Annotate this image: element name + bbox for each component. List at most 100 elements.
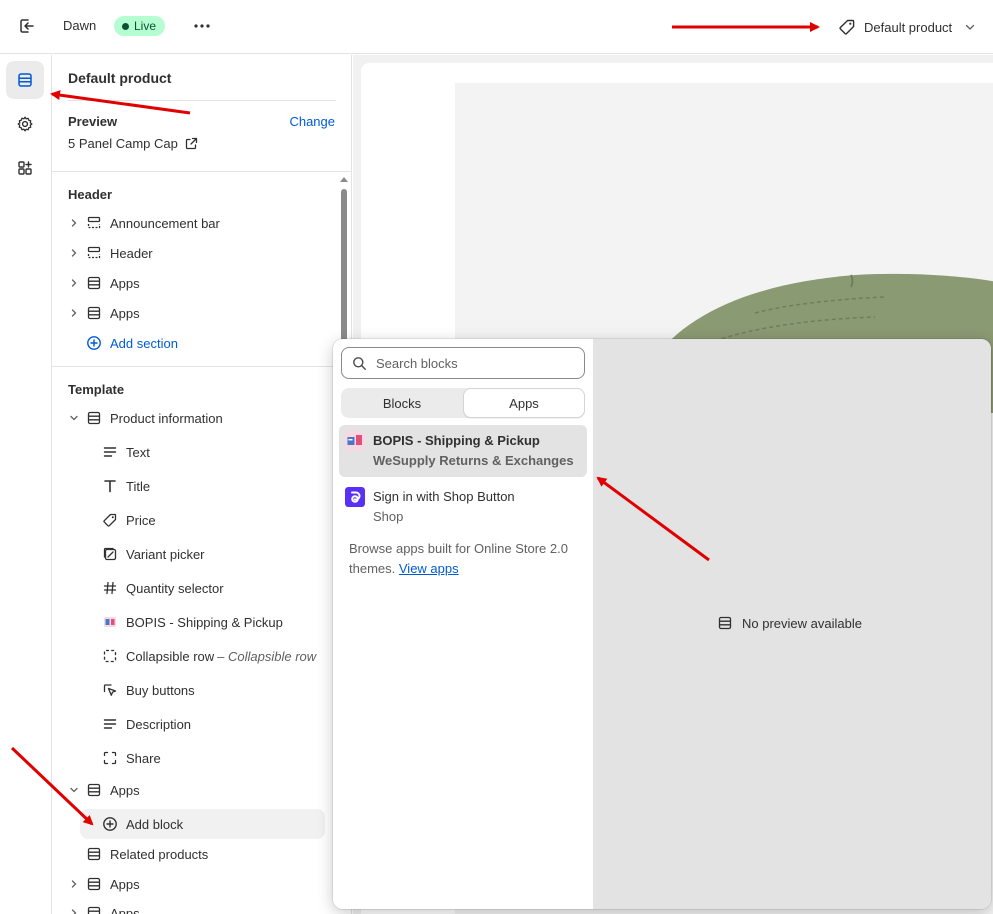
block-sublabel: – Collapsible row bbox=[217, 648, 317, 664]
bopis-app-icon bbox=[345, 431, 365, 451]
header-section-icon bbox=[86, 215, 102, 231]
sections-button[interactable] bbox=[6, 61, 44, 99]
section-label: Apps bbox=[110, 305, 140, 321]
section-icon bbox=[86, 846, 102, 862]
shop-app-icon bbox=[345, 487, 365, 507]
block-price[interactable]: Price bbox=[102, 505, 156, 535]
preview-product-name: 5 Panel Camp Cap bbox=[68, 136, 178, 151]
add-block-label: Add block bbox=[126, 816, 184, 832]
sections-sidebar: Default product Preview Change 5 Panel C… bbox=[52, 55, 352, 914]
header-group-heading: Header bbox=[68, 187, 113, 202]
exit-icon[interactable] bbox=[17, 16, 37, 36]
section-label: Apps bbox=[110, 275, 140, 291]
section-icon bbox=[718, 616, 732, 630]
chevron-right-icon bbox=[66, 905, 82, 914]
section-label: Related products bbox=[110, 846, 209, 862]
tag-icon bbox=[839, 19, 855, 35]
more-options-icon[interactable] bbox=[192, 17, 212, 37]
chevron-down-icon bbox=[66, 410, 82, 426]
section-apps[interactable]: Apps bbox=[66, 298, 140, 328]
search-icon bbox=[353, 356, 366, 370]
section-apps[interactable]: Apps bbox=[66, 898, 140, 914]
block-collapsible-row[interactable]: Collapsible row – Collapsible row bbox=[102, 641, 316, 671]
app-subtitle: Shop bbox=[373, 509, 404, 524]
page-selector-label: Default product bbox=[864, 19, 953, 35]
section-related-products[interactable]: Related products bbox=[86, 839, 208, 869]
scroll-up-icon[interactable] bbox=[340, 177, 348, 182]
section-header[interactable]: Header bbox=[66, 238, 153, 268]
view-apps-link[interactable]: View apps bbox=[399, 561, 459, 576]
chevron-right-icon bbox=[66, 876, 82, 892]
sections-icon bbox=[18, 73, 32, 87]
picker-tabs: Blocks Apps bbox=[341, 388, 585, 418]
app-title: BOPIS - Shipping & Pickup bbox=[373, 433, 540, 448]
apps-icon bbox=[18, 161, 32, 175]
section-icon bbox=[86, 305, 102, 321]
preview-change-link[interactable]: Change bbox=[289, 114, 335, 129]
section-apps[interactable]: Apps bbox=[66, 775, 140, 805]
block-label: Buy buttons bbox=[126, 682, 195, 698]
search-input[interactable] bbox=[376, 355, 566, 371]
plus-circle-icon bbox=[86, 335, 102, 351]
block-label: Quantity selector bbox=[126, 580, 224, 596]
section-product-information[interactable]: Product information bbox=[66, 403, 223, 433]
header-section-icon bbox=[86, 245, 102, 261]
block-label: Price bbox=[126, 512, 156, 528]
block-quantity-selector[interactable]: Quantity selector bbox=[102, 573, 224, 603]
add-block-button[interactable]: Add block bbox=[80, 809, 325, 839]
block-variant-picker[interactable]: Variant picker bbox=[102, 539, 205, 569]
app-item-bopis[interactable]: BOPIS - Shipping & Pickup WeSupply Retur… bbox=[339, 425, 587, 477]
block-label: Collapsible row bbox=[126, 648, 215, 664]
price-tag-icon bbox=[102, 512, 118, 528]
tab-blocks[interactable]: Blocks bbox=[341, 388, 463, 418]
preview-product[interactable]: 5 Panel Camp Cap bbox=[68, 136, 198, 151]
add-section-label: Add section bbox=[110, 335, 178, 351]
chevron-right-icon bbox=[66, 275, 82, 291]
divider bbox=[52, 366, 351, 367]
add-section-button[interactable]: Add section bbox=[86, 328, 178, 358]
dashed-box-icon bbox=[102, 648, 118, 664]
section-label: Announcement bar bbox=[110, 215, 220, 231]
app-item-shop-button[interactable]: Sign in with Shop Button Shop bbox=[339, 481, 587, 533]
section-apps[interactable]: Apps bbox=[66, 268, 140, 298]
section-apps[interactable]: Apps bbox=[66, 869, 140, 899]
tab-apps[interactable]: Apps bbox=[463, 388, 585, 418]
plus-circle-icon bbox=[102, 816, 118, 832]
browse-apps-text: Browse apps built for Online Store 2.0 t… bbox=[349, 539, 579, 579]
section-label: Apps bbox=[110, 876, 140, 892]
block-text[interactable]: Text bbox=[102, 437, 150, 467]
section-label: Product information bbox=[110, 410, 223, 426]
block-buy-buttons[interactable]: Buy buttons bbox=[102, 675, 195, 705]
text-align-icon bbox=[102, 716, 118, 732]
section-icon bbox=[86, 782, 102, 798]
divider bbox=[68, 100, 336, 101]
share-box-icon bbox=[102, 750, 118, 766]
section-icon bbox=[86, 905, 102, 914]
live-dot-icon bbox=[122, 22, 129, 30]
external-link-icon bbox=[185, 137, 197, 150]
status-badge-label: Live bbox=[134, 19, 157, 33]
section-label: Apps bbox=[110, 905, 140, 914]
app-embeds-button[interactable] bbox=[6, 149, 44, 187]
block-bopis[interactable]: BOPIS - Shipping & Pickup bbox=[102, 607, 283, 637]
section-icon bbox=[86, 410, 102, 426]
add-block-popover: Blocks Apps BOPIS - Shipping & Pickup We… bbox=[333, 339, 991, 909]
search-field[interactable] bbox=[341, 347, 585, 379]
block-title[interactable]: Title bbox=[102, 471, 150, 501]
status-badge: Live bbox=[114, 16, 166, 36]
section-announcement-bar[interactable]: Announcement bar bbox=[66, 208, 220, 238]
block-label: BOPIS - Shipping & Pickup bbox=[126, 614, 283, 630]
block-description[interactable]: Description bbox=[102, 709, 191, 739]
chevron-right-icon bbox=[66, 245, 82, 261]
text-align-icon bbox=[102, 444, 118, 460]
no-preview-label: No preview available bbox=[742, 615, 862, 631]
theme-settings-button[interactable] bbox=[6, 105, 44, 143]
no-preview-message: No preview available bbox=[717, 615, 862, 631]
section-icon bbox=[86, 876, 102, 892]
divider bbox=[52, 171, 351, 172]
block-share[interactable]: Share bbox=[102, 743, 161, 773]
block-preview-panel: No preview available bbox=[593, 339, 991, 909]
block-label: Variant picker bbox=[126, 546, 205, 562]
template-group-heading: Template bbox=[68, 382, 125, 397]
page-selector[interactable]: Default product bbox=[838, 16, 976, 38]
